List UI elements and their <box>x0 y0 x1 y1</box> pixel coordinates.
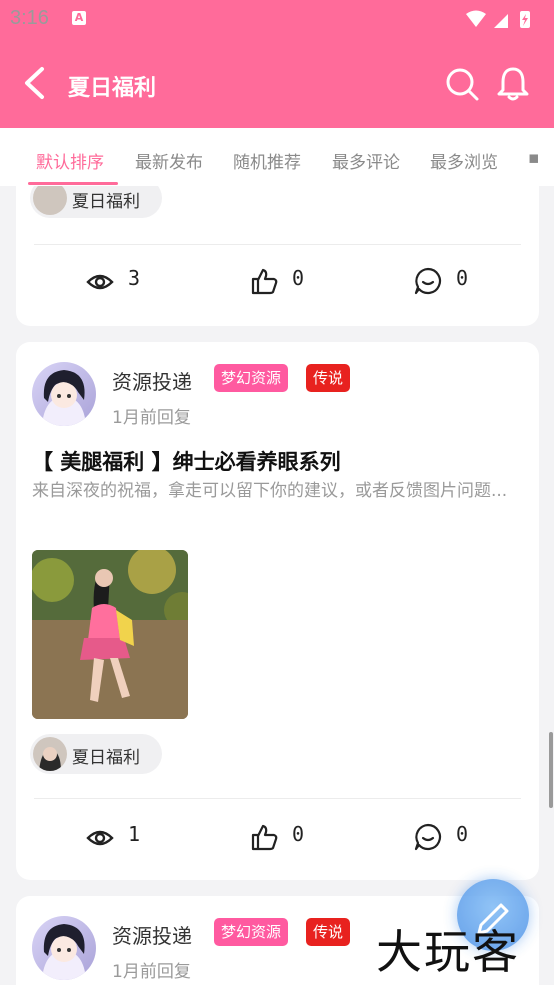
topic-chip[interactable]: 夏日福利 <box>30 734 162 774</box>
likes-count: 0 <box>292 266 305 290</box>
tab-latest[interactable]: 最新发布 <box>135 148 203 173</box>
tab-most-views[interactable]: 最多浏览 <box>430 148 498 173</box>
level-badge: 梦幻资源 <box>214 364 289 392</box>
comment-icon <box>414 267 442 295</box>
author-avatar[interactable] <box>32 362 96 426</box>
comments-stat[interactable]: 0 <box>414 266 494 296</box>
comments-count: 0 <box>456 266 469 290</box>
page-title: 夏日福利 <box>68 76 157 101</box>
comments-stat[interactable]: 0 <box>414 822 494 852</box>
thumbs-up-icon <box>251 268 278 295</box>
likes-count: 0 <box>292 822 305 846</box>
post-image[interactable] <box>32 550 188 719</box>
post-title[interactable]: 【 美腿福利 】绅士必看养眼系列 <box>32 446 341 476</box>
search-icon[interactable] <box>444 66 480 102</box>
app-bar: 夏日福利 <box>0 38 554 128</box>
topic-label: 夏日福利 <box>72 192 140 212</box>
back-arrow-icon[interactable] <box>22 66 46 100</box>
tab-overflow[interactable]: ▪ <box>528 148 540 168</box>
thumbs-up-icon <box>251 824 278 851</box>
views-stat[interactable]: 3 <box>86 266 166 296</box>
level-badge: 梦幻资源 <box>214 918 289 946</box>
tab-random[interactable]: 随机推荐 <box>233 148 301 173</box>
likes-stat[interactable]: 0 <box>250 266 330 296</box>
system-status-icons <box>466 10 530 28</box>
author-name[interactable]: 资源投递 <box>112 920 192 949</box>
likes-stat[interactable]: 0 <box>250 822 330 852</box>
scrollbar-thumb[interactable] <box>549 732 553 808</box>
topic-label: 夏日福利 <box>72 748 140 768</box>
views-count: 1 <box>128 822 141 846</box>
rank-badge: 传说 <box>306 918 351 946</box>
eye-icon <box>86 274 114 290</box>
rank-badge: 传说 <box>306 364 351 392</box>
comment-icon <box>414 823 442 851</box>
post-excerpt: 来自深夜的祝福，拿走可以留下你的建议，或者反馈图片问题... <box>32 481 508 501</box>
divider <box>34 244 521 245</box>
sort-tabs: 默认排序 最新发布 随机推荐 最多评论 最多浏览 ▪ <box>0 128 554 186</box>
post-card[interactable]: 资源投递 梦幻资源 传说 1月前回复 【 美腿福利 】绅士必看养眼系列 来自深夜… <box>16 342 539 880</box>
divider <box>34 798 521 799</box>
bell-icon[interactable] <box>496 66 530 102</box>
tab-default-sort[interactable]: 默认排序 <box>36 148 104 173</box>
status-time: 3:16 <box>10 7 49 29</box>
active-tab-indicator <box>28 182 118 185</box>
post-time: 1月前回复 <box>112 408 191 428</box>
author-avatar[interactable] <box>32 916 96 980</box>
status-bar: 3:16 A <box>0 0 554 38</box>
views-stat[interactable]: 1 <box>86 822 166 852</box>
eye-icon <box>86 830 114 846</box>
views-count: 3 <box>128 266 141 290</box>
tab-most-comments[interactable]: 最多评论 <box>332 148 400 173</box>
notification-app-icon: A <box>72 11 86 25</box>
topic-avatar <box>33 181 67 215</box>
topic-avatar <box>33 737 67 771</box>
author-name[interactable]: 资源投递 <box>112 366 192 395</box>
comments-count: 0 <box>456 822 469 846</box>
post-time: 1月前回复 <box>112 962 191 982</box>
watermark-logo: 大玩客 <box>376 925 520 979</box>
